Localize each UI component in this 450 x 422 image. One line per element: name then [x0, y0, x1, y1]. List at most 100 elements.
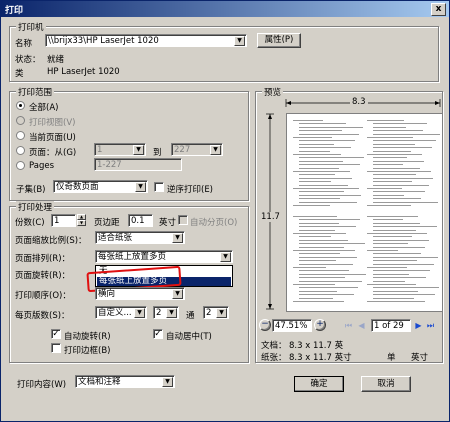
preview-text-line [373, 201, 438, 203]
pages-range-input[interactable]: 1-227 [94, 158, 182, 171]
preview-text-line [373, 164, 403, 166]
prev-page-icon[interactable]: ◀ [356, 320, 367, 331]
preview-text-line [299, 297, 333, 299]
order-select[interactable]: 横向 ▼ [95, 287, 185, 300]
print-content-select[interactable]: 文档和注释 ▼ [75, 375, 175, 388]
to-page-input[interactable]: 227 ▼ [171, 143, 223, 156]
first-page-icon[interactable]: ⏮ [343, 320, 354, 331]
preview-text-line [299, 164, 360, 166]
chevron-down-icon: ▼ [172, 289, 183, 299]
margin-input[interactable]: 0.1 [128, 214, 153, 227]
properties-button[interactable]: 属性(P) [257, 33, 301, 48]
chevron-down-icon: ▼ [162, 377, 173, 387]
preview-text-line [373, 123, 427, 125]
auto-rotate-checkbox[interactable]: ✓ [51, 329, 61, 339]
page-indicator[interactable]: 1 of 29 [371, 319, 411, 332]
chevron-down-icon: ▼ [210, 145, 221, 155]
preview-text-line [299, 263, 353, 265]
arrange-value: 每张纸上放置多页 [98, 252, 167, 262]
preview-text-line [299, 239, 348, 241]
preview-text-line [373, 239, 429, 241]
columns-select[interactable]: 2 ▼ [153, 306, 179, 319]
preview-text-line [373, 143, 415, 145]
preview-text-line [373, 294, 435, 296]
preview-text-line [299, 201, 357, 203]
preview-text-line [367, 137, 413, 138]
preview-text-line [299, 167, 339, 169]
auto-center-checkbox[interactable]: ✓ [153, 329, 163, 339]
printer-name-select[interactable]: \\brijx33\HP LaserJet 1020 ▼ [45, 34, 247, 47]
radio-view[interactable] [16, 116, 25, 125]
radio-current-page[interactable] [16, 131, 25, 140]
chevron-down-icon: ▼ [133, 145, 144, 155]
chevron-down-icon: ▼ [135, 182, 146, 192]
print-dialog: 打印 x 打印机 名称 \\brijx33\HP LaserJet 1020 ▼… [0, 0, 450, 422]
collate-checkbox[interactable] [178, 215, 188, 225]
radio-pages[interactable] [16, 161, 25, 170]
preview-text-line [299, 243, 365, 245]
rows-select[interactable]: 2 ▼ [203, 306, 229, 319]
chevron-down-icon: ▼ [172, 233, 183, 243]
preview-text-line [367, 188, 402, 189]
arrange-select[interactable]: 每张纸上放置多页 ▼ [95, 250, 233, 263]
doc-size-value: 8.3 x 11.7 英 [289, 341, 344, 351]
window-title: 打印 [5, 6, 24, 16]
preview-text-line [373, 270, 430, 272]
radio-view-label: 打印视图(V) [29, 118, 76, 128]
type-value: HP LaserJet 1020 [47, 67, 120, 77]
preview-text-line [373, 181, 412, 183]
zoom-out-button[interactable]: − [259, 319, 271, 331]
copies-stepper[interactable]: ▲ ▼ [77, 214, 86, 227]
preview-text-line [299, 290, 337, 292]
preview-text-line [299, 143, 334, 145]
width-label: 8.3 [350, 97, 368, 107]
close-button[interactable]: x [431, 3, 446, 16]
zoom-input[interactable]: 47.51% [272, 319, 312, 332]
scaling-select[interactable]: 适合纸张 ▼ [95, 231, 185, 244]
to-label: 到 [153, 148, 162, 158]
reverse-order-checkbox[interactable] [154, 182, 164, 192]
ok-button[interactable]: 确定 [294, 376, 344, 392]
copies-input[interactable]: 1 [51, 214, 76, 227]
radio-pages-from-label: 页面：从(G) [29, 148, 77, 158]
preview-text-line [299, 287, 358, 289]
preview-text-line [373, 226, 437, 228]
radio-current-page-label: 当前页面(U) [29, 133, 76, 143]
print-content-label: 打印内容(W) [17, 380, 67, 390]
last-page-icon[interactable]: ⏭ [425, 320, 436, 331]
preview-text-line [367, 120, 404, 121]
preview-text-line [367, 205, 411, 206]
preview-text-line [299, 126, 363, 128]
preview-text-line [373, 243, 408, 245]
print-border-checkbox[interactable] [51, 343, 61, 353]
preview-text-line [373, 167, 420, 169]
preview-text-line [299, 147, 351, 149]
chevron-down-icon: ▼ [134, 308, 145, 318]
page-indicator-value: 1 of 29 [374, 321, 404, 331]
from-page-input[interactable]: 1 ▼ [94, 143, 146, 156]
preview-text-line [299, 177, 352, 179]
auto-center-label: 自动居中(T) [166, 332, 212, 342]
cancel-button[interactable]: 取消 [361, 376, 411, 392]
preview-text-line [373, 194, 404, 196]
rows-value: 2 [206, 308, 212, 318]
zoom-in-button[interactable]: + [314, 319, 326, 331]
preview-text-line [299, 191, 344, 193]
print-content-value: 文档和注释 [78, 377, 121, 387]
per-sheet-select[interactable]: 自定义... ▼ [95, 306, 147, 319]
preview-text-line [293, 120, 323, 121]
subset-select[interactable]: 仅奇数页面 ▼ [53, 180, 148, 193]
preview-text-line [293, 154, 341, 155]
preview-text-line [299, 260, 336, 262]
status-label: 状态： [15, 55, 41, 65]
radio-all[interactable] [16, 101, 25, 110]
rotate-label: 页面旋转(R)： [15, 271, 71, 281]
preview-text-line [299, 160, 343, 162]
unit-label: 单 [387, 353, 396, 363]
preview-text-line [299, 236, 331, 238]
next-page-icon[interactable]: ▶ [413, 320, 424, 331]
preview-text-line [299, 270, 349, 272]
preview-text-line [299, 294, 354, 296]
radio-pages-from[interactable] [16, 146, 25, 155]
preview-title: 预览 [262, 86, 284, 98]
